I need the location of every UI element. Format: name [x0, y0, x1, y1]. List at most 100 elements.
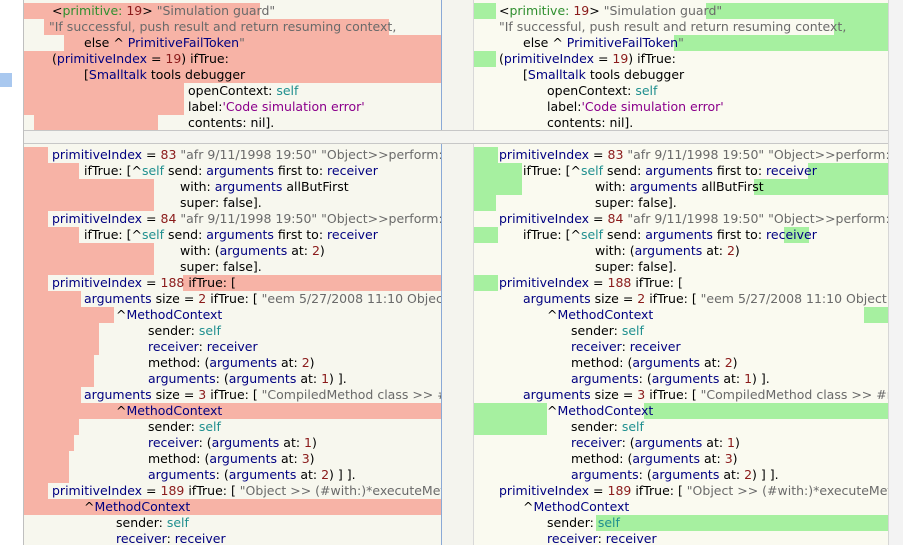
added-highlight — [644, 403, 888, 419]
right-code-line: primitiveIndex = 188 ifTrue: [ — [499, 275, 683, 290]
left-code-line: label:'Code simulation error' — [188, 99, 365, 114]
right-code-line: arguments: (arguments at: 1) ]. — [571, 371, 770, 386]
right-code-line: super: false]. — [595, 195, 677, 210]
added-highlight — [864, 307, 888, 323]
deleted-highlight — [24, 227, 79, 243]
deleted-highlight — [24, 403, 114, 419]
left-code-line: primitiveIndex = 84 "afr 9/11/1998 19:50… — [52, 211, 441, 226]
added-highlight — [474, 275, 498, 291]
left-code-line: sender: self — [148, 419, 221, 434]
deleted-highlight — [24, 355, 94, 371]
deleted-highlight — [24, 275, 48, 291]
left-code-line: arguments: (arguments at: 1) ]. — [148, 371, 347, 386]
added-highlight — [474, 3, 496, 19]
deleted-highlight — [24, 323, 99, 339]
deleted-highlight — [24, 419, 79, 435]
left-code-line: method: (arguments at: 2) — [148, 355, 315, 370]
left-code-line: arguments size = 3 ifTrue: [ "CompiledMe… — [84, 387, 441, 402]
added-highlight — [808, 163, 888, 179]
right-code-line: sender: self — [547, 515, 620, 530]
left-code-line: super: false]. — [180, 259, 262, 274]
right-code-line: arguments: (arguments at: 2) ] ]. — [571, 467, 779, 482]
added-highlight — [474, 163, 522, 179]
deleted-highlight — [34, 115, 158, 131]
deleted-highlight — [24, 243, 154, 259]
left-code-line: ifTrue: [^self send: arguments first to:… — [84, 227, 378, 242]
left-code-line: (primitiveIndex = 19) ifTrue: — [52, 51, 229, 66]
right-code-line: primitiveIndex = 83 "afr 9/11/1998 19:50… — [499, 147, 888, 162]
left-code-line: openContext: self — [188, 83, 299, 98]
right-code-line: ifTrue: [^self send: arguments first to:… — [523, 163, 817, 178]
deleted-highlight — [24, 435, 74, 451]
left-code-line: arguments: (arguments at: 2) ] ]. — [148, 467, 356, 482]
right-code-line: label:'Code simulation error' — [547, 99, 724, 114]
left-code-line: primitiveIndex = 189 ifTrue: [ "Object >… — [52, 483, 441, 498]
left-pane-divider[interactable] — [441, 0, 442, 545]
left-border — [23, 0, 24, 545]
right-code-line: super: false]. — [595, 259, 677, 274]
vertical-scrollbar[interactable] — [888, 0, 903, 545]
deleted-highlight — [24, 83, 184, 99]
deleted-highlight — [24, 371, 94, 387]
left-code-line: super: false]. — [180, 195, 262, 210]
deleted-highlight — [24, 339, 99, 355]
left-code-line: method: (arguments at: 3) — [148, 451, 315, 466]
deleted-highlight — [24, 99, 184, 115]
hunk-separator — [24, 130, 888, 144]
right-code-line: (primitiveIndex = 19) ifTrue: — [499, 51, 676, 66]
left-code-line: sender: self — [116, 515, 189, 530]
right-code-pane[interactable]: <primitive: 19> "Simulation guard" "If su… — [474, 0, 888, 545]
right-code-line: arguments size = 2 ifTrue: [ "eem 5/27/2… — [523, 291, 888, 306]
left-code-line: sender: self — [148, 323, 221, 338]
left-code-line: ^MethodContext — [116, 403, 223, 418]
left-code-line: <primitive: 19> "Simulation guard" — [52, 3, 276, 18]
right-code-line: with: arguments allButFirst — [595, 179, 764, 194]
added-highlight — [474, 51, 496, 67]
left-code-line: with: arguments allButFirst — [180, 179, 349, 194]
left-code-line: primitiveIndex = 188 ifTrue: [ — [52, 275, 236, 290]
right-code-line: primitiveIndex = 189 ifTrue: [ "Object >… — [499, 483, 888, 498]
left-code-line: receiver: receiver — [116, 531, 226, 545]
added-highlight — [474, 227, 498, 243]
left-code-line: [Smalltalk tools debugger — [84, 67, 246, 82]
right-pane-divider — [473, 0, 474, 545]
deleted-highlight — [24, 259, 154, 275]
right-code-line: ^MethodContext — [547, 307, 654, 322]
deleted-highlight — [24, 179, 154, 195]
deleted-highlight — [24, 291, 81, 307]
right-code-line: receiver: receiver — [547, 531, 657, 545]
right-code-line: method: (arguments at: 3) — [571, 451, 738, 466]
added-highlight — [474, 195, 496, 211]
deleted-highlight — [24, 483, 48, 499]
right-code-line: "If successful, push result and return r… — [499, 19, 847, 34]
right-code-line: receiver: receiver — [571, 339, 681, 354]
deleted-highlight — [24, 147, 48, 163]
added-highlight — [474, 179, 522, 195]
added-highlight — [474, 147, 498, 163]
deleted-highlight — [24, 211, 48, 227]
left-code-line: primitiveIndex = 83 "afr 9/11/1998 19:50… — [52, 147, 441, 162]
added-highlight — [754, 179, 888, 195]
deleted-highlight — [24, 387, 81, 403]
left-code-line: with: (arguments at: 2) — [180, 243, 325, 258]
added-highlight — [474, 403, 547, 419]
left-code-line: "If successful, push result and return r… — [49, 19, 397, 34]
deleted-highlight — [24, 467, 69, 483]
right-code-line: else ^ PrimitiveFailToken" — [523, 35, 684, 50]
right-code-line: ^MethodContext — [523, 499, 630, 514]
pane-gutter — [441, 0, 474, 545]
left-code-pane[interactable]: <primitive: 19> "Simulation guard" "If su… — [24, 0, 441, 545]
right-code-line: openContext: self — [547, 83, 658, 98]
right-code-line: ^MethodContext — [547, 403, 654, 418]
right-code-line: ifTrue: [^self send: arguments first to:… — [523, 227, 817, 242]
added-highlight — [674, 35, 888, 51]
right-code-line: contents: nil]. — [547, 115, 634, 130]
deleted-highlight — [24, 163, 79, 179]
right-code-line: receiver: (arguments at: 1) — [571, 435, 740, 450]
change-marker[interactable] — [0, 73, 12, 87]
right-code-line: primitiveIndex = 84 "afr 9/11/1998 19:50… — [499, 211, 888, 226]
right-code-line: [Smalltalk tools debugger — [523, 67, 685, 82]
right-code-line: arguments size = 3 ifTrue: [ "CompiledMe… — [523, 387, 888, 402]
added-highlight — [706, 3, 888, 19]
added-highlight — [596, 515, 888, 531]
